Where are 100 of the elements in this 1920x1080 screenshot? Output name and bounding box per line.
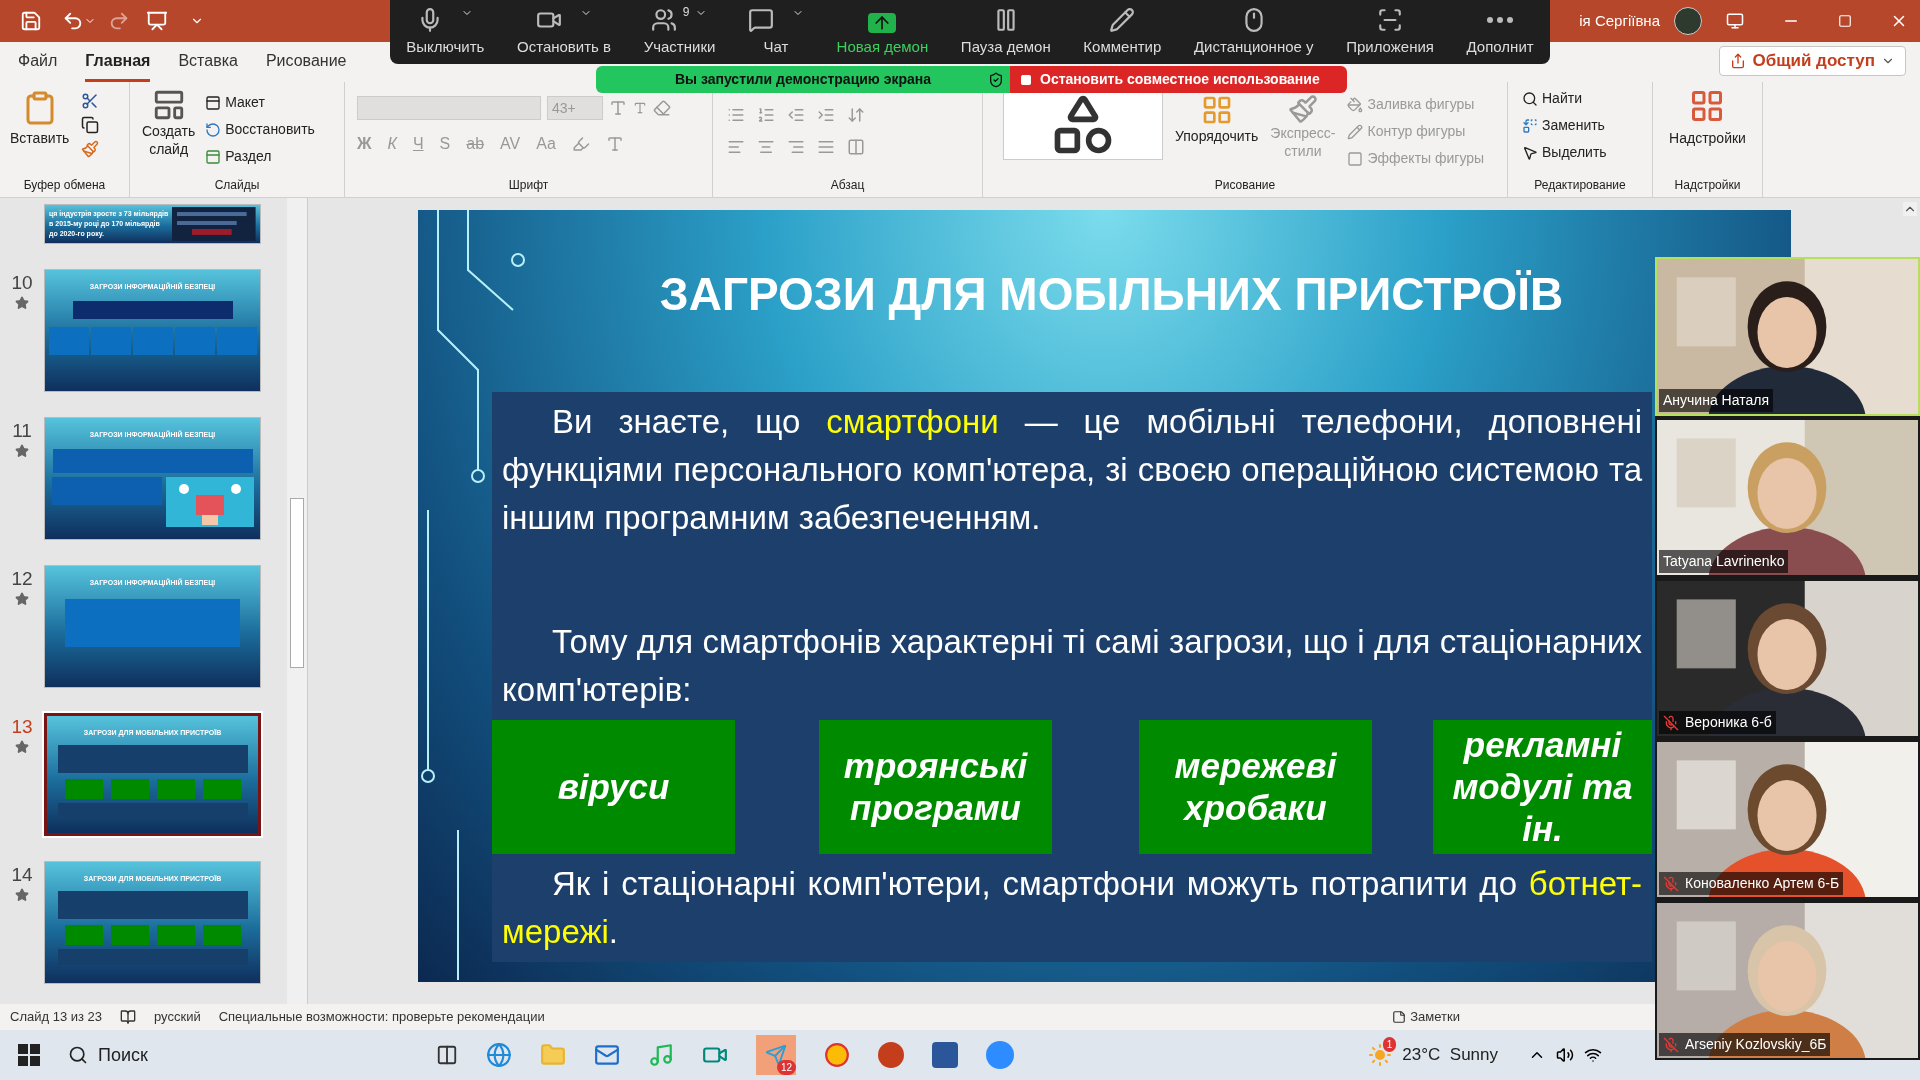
undo-icon[interactable] (62, 10, 84, 32)
threat-box: віруси (492, 720, 735, 854)
content-block (202, 778, 241, 799)
indent-icon[interactable] (817, 106, 835, 124)
slide-counter: Слайд 13 из 23 (10, 1008, 103, 1027)
sharing-banner: Вы запустили демонстрацию экрана (596, 66, 1010, 93)
line-spacing-icon[interactable] (847, 106, 865, 124)
reset-button[interactable]: Восстановить (205, 119, 315, 140)
paragraph: Ви знаєте, що смартфони — це мобільні телефони, доповнені функціями персонального комп'ютера, зі своєю операційною системою та іншим програмним забезпеченням. (502, 402, 1642, 538)
mail-icon[interactable] (594, 1042, 620, 1068)
numbering-icon[interactable] (757, 106, 775, 124)
language-label[interactable]: русский (154, 1007, 201, 1027)
stop-sharing-button[interactable]: Остановить совместное использование (1010, 66, 1347, 93)
content-block (132, 326, 173, 355)
align-center-icon[interactable] (757, 138, 775, 156)
meeting-control[interactable]: Чат (747, 6, 804, 58)
search-icon (68, 1045, 88, 1065)
user-avatar[interactable] (1674, 7, 1702, 35)
more-icon (1487, 16, 1514, 23)
music-app-icon[interactable] (648, 1042, 674, 1068)
meeting-control[interactable]: Остановить в (517, 6, 612, 58)
meeting-control[interactable]: Комментир (1083, 6, 1162, 58)
replace-button[interactable]: Заменить (1522, 115, 1652, 136)
threat-box: рекламні модулі та ін. (1433, 720, 1652, 854)
meeting-control[interactable]: Новая демон (836, 12, 929, 58)
slide-number: 14 (11, 865, 33, 884)
find-button[interactable]: Найти (1522, 88, 1652, 109)
notes-button[interactable]: Заметки (1392, 1007, 1460, 1027)
apps-icon (1377, 6, 1404, 33)
volume-icon[interactable] (1556, 1046, 1574, 1064)
ribbon-tab[interactable]: Рисование (265, 49, 347, 82)
display-options-icon[interactable] (1726, 12, 1744, 30)
columns-icon[interactable] (847, 138, 865, 156)
pencil-icon (1347, 123, 1364, 140)
justify-icon[interactable] (817, 138, 835, 156)
meeting-control[interactable]: Пауза демон (960, 6, 1051, 58)
weather-text[interactable]: 23°C Sunny (1402, 1042, 1498, 1068)
new-slide-button[interactable]: Создать слайд (142, 88, 196, 176)
star-icon (15, 888, 29, 902)
format-painter-icon[interactable] (81, 140, 100, 158)
clear-format-icon[interactable] (653, 99, 671, 117)
group-label: Редактирование (1533, 177, 1627, 194)
reset-icon (205, 121, 222, 138)
presentation-app-icon[interactable] (878, 1042, 904, 1068)
scroll-up-icon[interactable] (1903, 202, 1917, 216)
select-button[interactable]: Выделить (1522, 142, 1652, 163)
meeting-control[interactable]: Приложения (1346, 6, 1434, 58)
group-label: Шрифт (507, 177, 550, 194)
video-tile[interactable]: Tatyana Lavrinenko (1655, 418, 1920, 577)
font-color-icon[interactable] (605, 135, 624, 153)
meeting-control[interactable]: Дополнит (1466, 6, 1534, 58)
notification-badge: 12 (776, 1060, 796, 1075)
font-name-field[interactable] (357, 96, 541, 120)
participant-name: Arseniy Kozlovskiy_6Б (1685, 1035, 1827, 1054)
align-left-icon[interactable] (727, 138, 745, 156)
restore-icon[interactable] (1838, 14, 1852, 28)
save-icon[interactable] (20, 10, 42, 32)
outdent-icon[interactable] (787, 106, 805, 124)
shrink-font-icon[interactable] (633, 101, 647, 115)
slideshow-icon[interactable] (146, 10, 168, 32)
arrange-button[interactable]: Упорядочить (1175, 90, 1259, 176)
video-tile[interactable]: Коноваленко Артем 6-Б (1655, 740, 1920, 899)
addins-button[interactable]: Надстройки (1669, 88, 1746, 176)
meeting-control[interactable]: Дистанционное у (1193, 6, 1314, 58)
layout-button[interactable]: Макет (205, 92, 315, 113)
spellcheck-icon[interactable] (120, 1009, 137, 1025)
paragraph: Як і стаціонарні комп'ютери, смартфони можуть потрапити до ботнет-мережі. (502, 864, 1642, 952)
section-button[interactable]: Раздел (205, 146, 315, 167)
ribbon-tab[interactable]: Файл (18, 49, 58, 82)
video-tile[interactable]: Анучина Наталя (1655, 257, 1920, 416)
slide-number: 13 (11, 717, 33, 736)
share-button[interactable]: Общий доступ (1719, 46, 1906, 76)
meeting-control[interactable]: 9 Участники (643, 6, 716, 58)
section-icon (205, 148, 222, 165)
paste-button[interactable]: Вставить (10, 88, 70, 176)
ribbon-tab[interactable]: Вставка (178, 49, 238, 82)
group-label: Абзац (829, 177, 866, 194)
meeting-control[interactable]: Выключить (406, 6, 485, 58)
browser-icon[interactable] (486, 1042, 512, 1068)
start-icon[interactable] (18, 1044, 40, 1066)
video-meeting-icon[interactable] (986, 1041, 1014, 1069)
browser-icon[interactable] (824, 1042, 850, 1068)
search-field[interactable]: Поиск (68, 1041, 408, 1069)
scrollbar[interactable] (287, 198, 307, 1004)
task-view-icon[interactable] (436, 1044, 458, 1066)
accessibility-status[interactable]: Специальные возможности: проверьте рекомендации (218, 1007, 545, 1027)
align-right-icon[interactable] (787, 138, 805, 156)
video-tile[interactable]: Arseniy Kozlovskiy_6Б (1655, 901, 1920, 1060)
bullets-icon[interactable] (727, 106, 745, 124)
people-icon (651, 6, 678, 33)
cut-icon[interactable] (81, 92, 100, 110)
shapes-gallery-icon[interactable] (1003, 90, 1163, 160)
copy-icon[interactable] (81, 116, 100, 134)
video-tile[interactable]: Вероника 6-б (1655, 579, 1920, 738)
layout-icon (205, 94, 222, 111)
messenger-icon[interactable]: 12 (756, 1035, 796, 1075)
highlighter-icon[interactable] (571, 135, 590, 153)
network-icon[interactable] (1584, 1046, 1602, 1064)
slide-title: ЗАГРОЗИ ДЛЯ МОБІЛЬНИХ ПРИСТРОЇВ (658, 267, 1565, 322)
grow-font-icon[interactable] (609, 99, 627, 117)
